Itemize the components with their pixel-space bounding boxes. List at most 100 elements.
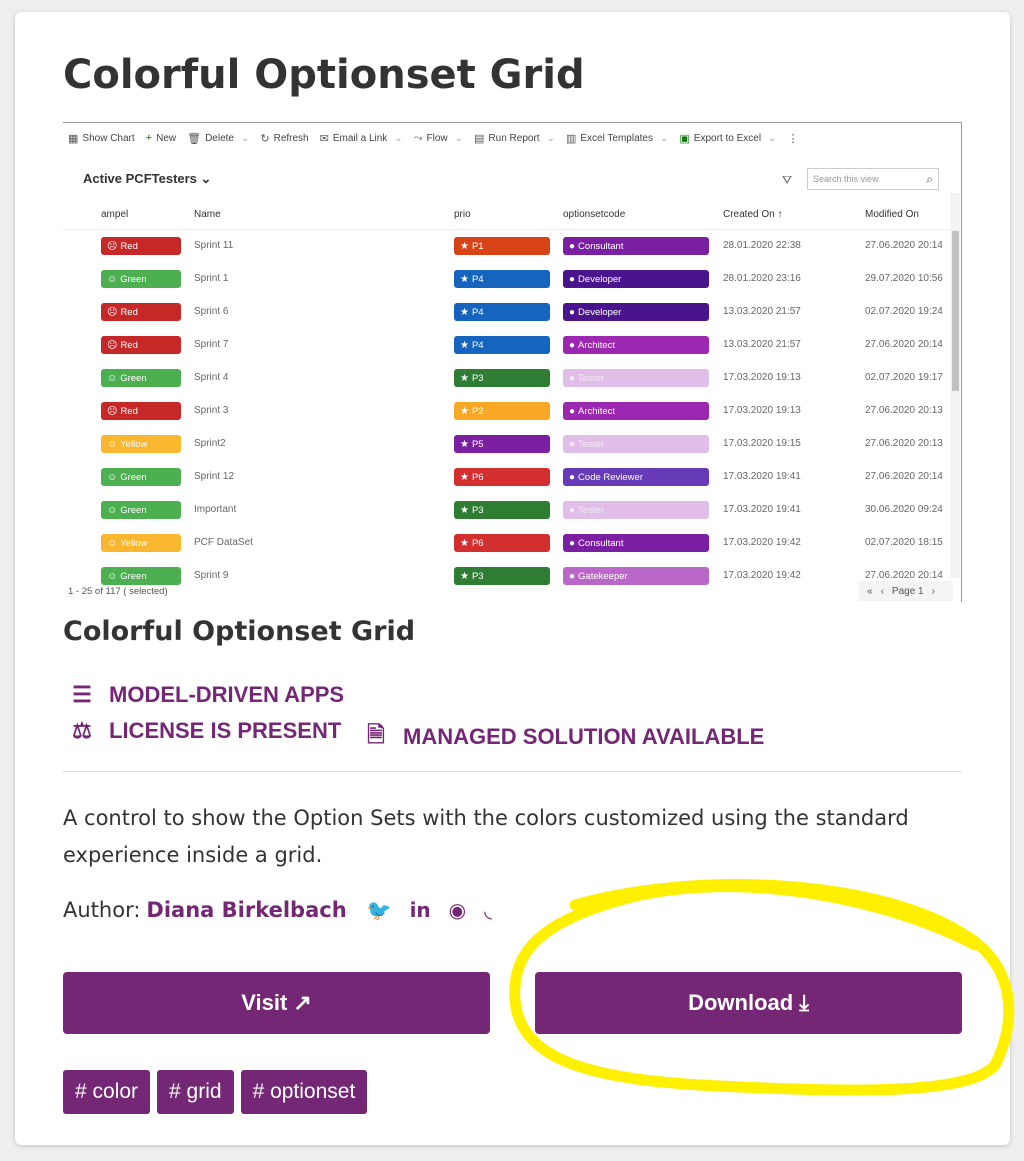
scale-icon: ⚖ [72, 718, 92, 743]
table-row[interactable]: ☺ Green Sprint 12 ★ P6 ● Code Reviewer 17.03.20… [63, 464, 953, 497]
preview-screenshot: ▦ Show Chart + New 🗑 Delete ⌄ ↻ Refresh ✉ Email a … [63, 122, 962, 602]
column-header-modified-on[interactable]: Modified On [865, 209, 919, 220]
modified-cell-text: 27.06.2020 20:14 [865, 339, 943, 350]
modified-cell-text: 02.07.2020 18:15 [865, 537, 943, 548]
toolbar-label: Flow [426, 132, 448, 144]
feature-label: MODEL-DRIVEN APPS [109, 682, 345, 707]
column-header-created-on[interactable]: Created On ↑ [723, 209, 782, 220]
table-row[interactable]: ☺ Green Important ★ P3 ● Tester 17.03.2020 19:4… [63, 497, 953, 530]
created-cell-text: 13.03.2020 21:57 [723, 306, 801, 317]
table-row[interactable]: ☹ Red Sprint 11 ★ P1 ● Consultant 28.01.2020 22… [63, 233, 953, 266]
tag-optionset[interactable]: # optionset [240, 1070, 368, 1114]
header-divider [63, 229, 953, 230]
optionset-badge: ● Tester [563, 369, 709, 387]
created-cell-text: 17.03.2020 19:41 [723, 504, 801, 515]
ampel-badge: ☺ Green [101, 369, 181, 387]
toolbar-delete-button[interactable]: 🗑 Delete ⌄ [187, 132, 249, 145]
circle-icon: ● [569, 405, 576, 417]
first-page-icon[interactable]: « [867, 586, 873, 597]
refresh-icon: ↻ [260, 132, 270, 145]
view-name: Active PCFTesters [83, 171, 197, 186]
prio-badge: ★ P4 [454, 270, 550, 288]
modified-cell-text: 30.06.2020 09:24 [865, 504, 943, 515]
star-icon: ★ [460, 504, 469, 516]
ampel-badge: ☹ Red [101, 402, 181, 420]
name-cell-text: Sprint 4 [194, 372, 229, 383]
chevron-down-icon[interactable]: ⌄ [660, 133, 668, 144]
scrollbar-thumb[interactable] [952, 231, 959, 391]
ampel-badge-text: Red [120, 339, 138, 351]
optionset-badge-text: Tester [578, 504, 604, 516]
view-selector[interactable]: Active PCFTesters ⌄ [83, 171, 211, 187]
twitter-icon[interactable]: 🐦 [367, 898, 392, 922]
page-title: Colorful Optionset Grid [63, 52, 585, 98]
toolbar-export-to-excel-button[interactable]: ▣ Export to Excel ⌄ [679, 132, 776, 145]
toolbar-show-chart-button[interactable]: ▦ Show Chart [68, 132, 135, 145]
circle-icon: ● [569, 240, 576, 252]
github-icon[interactable]: ◉ [449, 898, 466, 922]
modified-cell: 02.07.2020 19:24 [865, 306, 943, 317]
prio-badge: ★ P4 [454, 336, 550, 354]
column-header-name[interactable]: Name [194, 209, 221, 220]
column-header-optionsetcode[interactable]: optionsetcode [563, 209, 625, 220]
created-cell: 17.03.2020 19:42 [723, 537, 801, 548]
table-row[interactable]: ☹ Red Sprint 3 ★ P2 ● Architect 17.03.2020 19:1… [63, 398, 953, 431]
toolbar-run-report-button[interactable]: ▤ Run Report ⌄ [474, 132, 555, 145]
author-name-link[interactable]: Diana Birkelbach [146, 898, 346, 922]
chevron-down-icon[interactable]: ⌄ [241, 133, 249, 144]
table-row[interactable]: ☹ Red Sprint 7 ★ P4 ● Architect 13.03.2020 21:5… [63, 332, 953, 365]
table-row[interactable]: ☹ Red Sprint 6 ★ P4 ● Developer 13.03.2020 21:5… [63, 299, 953, 332]
name-cell: Sprint 12 [194, 471, 234, 482]
plus-icon: + [145, 132, 153, 144]
column-header-prio[interactable]: prio [454, 209, 471, 220]
modified-cell-text: 27.06.2020 20:13 [865, 405, 943, 416]
filter-icon[interactable]: ⛛ [782, 173, 792, 188]
prio-badge-text: P4 [471, 273, 484, 285]
created-cell-text: 17.03.2020 19:42 [723, 570, 801, 581]
column-header-ampel[interactable]: ampel [101, 209, 128, 220]
toolbar-new-button[interactable]: + New [146, 132, 176, 144]
name-cell-text: Sprint2 [194, 438, 226, 449]
chevron-down-icon[interactable]: ⌄ [455, 133, 463, 144]
name-cell: Sprint 7 [194, 339, 228, 350]
tag-color[interactable]: # color [63, 1070, 151, 1114]
circle-icon: ● [569, 537, 576, 549]
chevron-down-icon[interactable]: ⌄ [547, 133, 555, 144]
prio-badge: ★ P4 [454, 303, 550, 321]
report-icon: ▤ [474, 132, 485, 145]
feature-license[interactable]: ⚖ LICENSE IS PRESENT [67, 718, 341, 744]
table-row[interactable]: ☺ Green Sprint 9 ★ P3 ● Gatekeeper 17.03.2020 1… [63, 563, 953, 596]
prio-badge-text: P1 [471, 240, 484, 252]
feature-managed-solution[interactable]: 🗎 MANAGED SOLUTION AVAILABLE [361, 718, 764, 756]
chevron-down-icon[interactable]: ⌄ [394, 133, 402, 144]
rss-icon[interactable]: ◟ [484, 898, 492, 922]
chevron-down-icon[interactable]: ⌄ [768, 133, 776, 144]
name-cell-text: Sprint 9 [194, 570, 229, 581]
search-input[interactable]: Search this view ⌕ [807, 168, 939, 190]
zip-file-icon: 🗎 [367, 722, 385, 747]
modified-cell-text: 27.06.2020 20:14 [865, 240, 943, 251]
search-icon[interactable]: ⌕ [926, 172, 933, 187]
table-row[interactable]: ☺ Green Sprint 1 ★ P4 ● Developer 28.01.2020 23… [63, 266, 953, 299]
next-page-icon[interactable]: › [932, 586, 935, 597]
toolbar-refresh-button[interactable]: ↻ Refresh [260, 132, 308, 145]
table-row[interactable]: ☺ Green Sprint 4 ★ P3 ● Tester 17.03.2020 19:13… [63, 365, 953, 398]
toolbar-flow-button[interactable]: ⤳ Flow ⌄ [414, 132, 463, 145]
visit-button[interactable]: Visit ↗ [63, 972, 490, 1034]
optionset-badge: ● Consultant [563, 534, 709, 552]
download-button[interactable]: Download ⤓ [535, 972, 962, 1034]
toolbar-more-button[interactable]: ⋮ [787, 132, 798, 145]
toolbar-label: Excel Templates [580, 132, 653, 144]
table-row[interactable]: ☺ Yellow Sprint2 ★ P5 ● Tester 17.03.2020 19:15… [63, 431, 953, 464]
table-row[interactable]: ☺ Yellow PCF DataSet ★ P6 ● Consultant 17.03.20… [63, 530, 953, 563]
name-cell-text: Sprint 12 [194, 471, 235, 482]
modified-cell-text: 29.07.2020 10:56 [865, 273, 943, 284]
social-links: 🐦 in ◉ ◟ [367, 898, 492, 922]
optionset-badge-text: Consultant [578, 537, 624, 549]
tag-grid[interactable]: # grid [157, 1070, 234, 1114]
feature-model-driven-apps[interactable]: ☰ MODEL-DRIVEN APPS [67, 682, 344, 708]
linkedin-icon[interactable]: in [410, 898, 431, 922]
toolbar-excel-templates-button[interactable]: ▥ Excel Templates ⌄ [566, 132, 668, 145]
previous-page-icon[interactable]: ‹ [881, 586, 884, 597]
toolbar-email-a-link-button[interactable]: ✉ Email a Link ⌄ [320, 132, 403, 145]
